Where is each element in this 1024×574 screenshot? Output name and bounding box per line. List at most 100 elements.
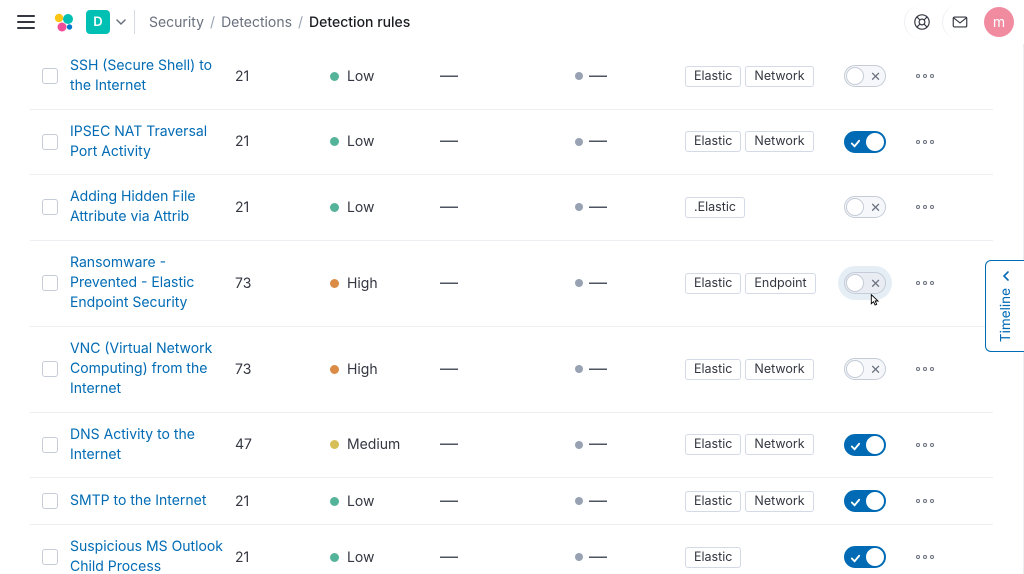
row-actions-button[interactable] [914,436,936,454]
breadcrumb-item[interactable]: Security [149,14,204,31]
table-row: Suspicious MS Outlook Child Process21Low… [30,525,993,574]
user-avatar[interactable]: m [984,7,1014,37]
last-response-cell: — [575,131,685,152]
row-actions-button[interactable] [914,198,936,216]
last-run-cell: — [440,359,575,380]
risk-score: 21 [235,68,330,85]
row-checkbox[interactable] [42,493,58,509]
rule-name-link[interactable]: SMTP to the Internet [70,492,206,509]
tag-badge[interactable]: Elastic [685,434,741,455]
check-icon [850,497,861,508]
tag-badge[interactable]: Network [745,434,813,455]
rule-name-link[interactable]: DNS Activity to the Internet [70,426,195,463]
x-icon: ✕ [870,362,881,378]
activate-toggle[interactable]: ✕ [844,272,886,294]
row-checkbox[interactable] [42,134,58,150]
rule-name-link[interactable]: Ransomware - Prevented - Elastic Endpoin… [70,254,194,312]
nav-toggle-button[interactable] [10,6,42,38]
newsfeed-button[interactable] [942,5,976,39]
elastic-logo[interactable] [48,6,80,38]
tags-cell: ElasticEndpoint [685,273,830,294]
last-run-cell: — [440,273,575,294]
row-actions-button[interactable] [914,133,936,151]
cursor-icon [865,292,883,314]
last-response-cell: — [575,197,685,218]
row-checkbox[interactable] [42,549,58,565]
timeline-flyout-toggle[interactable]: Timeline [985,260,1024,352]
breadcrumb-separator: / [210,14,215,31]
last-run-cell: — [440,131,575,152]
tag-badge[interactable]: Elastic [685,131,741,152]
chevron-left-icon [1000,270,1012,282]
tag-badge[interactable]: Elastic [685,359,741,380]
severity-cell: Low [330,68,440,85]
severity-label: High [347,275,378,292]
rule-name-link[interactable]: Adding Hidden File Attribute via Attrib [70,188,196,225]
breadcrumb-separator: / [298,14,303,31]
activate-toggle[interactable]: ✕ [844,131,886,153]
rule-name-link[interactable]: Suspicious MS Outlook Child Process [70,538,223,574]
last-run-cell: — [440,197,575,218]
check-icon [850,553,861,564]
rule-name-link[interactable]: VNC (Virtual Network Computing) from the… [70,340,212,398]
timeline-label: Timeline [998,288,1014,342]
severity-dot-icon [330,72,339,81]
table-row: DNS Activity to the Internet47Medium——El… [30,413,993,479]
row-actions-button[interactable] [914,274,936,292]
status-dot-icon [575,72,583,80]
breadcrumb-item[interactable]: Detections [221,14,292,31]
table-row: Adding Hidden File Attribute via Attrib2… [30,175,993,241]
tags-cell: .Elastic [685,197,830,218]
rule-name-link[interactable]: IPSEC NAT Traversal Port Activity [70,123,207,160]
rules-table: SSH (Secure Shell) to the Internet21Low—… [0,44,1024,574]
mail-icon [951,13,969,31]
severity-dot-icon [330,553,339,562]
chevron-down-icon [116,17,126,27]
tag-badge[interactable]: Elastic [685,547,741,568]
activate-toggle[interactable]: ✕ [844,490,886,512]
tags-cell: ElasticNetwork [685,491,830,512]
risk-score: 73 [235,361,330,378]
space-badge: D [86,10,110,34]
rule-name-link[interactable]: SSH (Secure Shell) to the Internet [70,57,212,94]
row-checkbox[interactable] [42,437,58,453]
tag-badge[interactable]: Elastic [685,66,741,87]
row-checkbox[interactable] [42,275,58,291]
severity-label: Low [347,549,375,566]
lifebuoy-icon [913,13,931,31]
severity-dot-icon [330,279,339,288]
row-actions-button[interactable] [914,360,936,378]
help-button[interactable] [904,5,938,39]
severity-cell: High [330,275,440,292]
tag-badge[interactable]: Network [745,359,813,380]
activate-toggle[interactable]: ✕ [844,546,886,568]
tag-badge[interactable]: .Elastic [685,197,745,218]
tags-cell: ElasticNetwork [685,131,830,152]
tag-badge[interactable]: Network [745,131,813,152]
activate-toggle[interactable]: ✕ [844,358,886,380]
breadcrumb: Security / Detections / Detection rules [149,14,410,31]
activate-toggle[interactable]: ✕ [844,65,886,87]
row-checkbox[interactable] [42,361,58,377]
check-icon [850,441,861,452]
severity-label: Low [347,133,375,150]
row-actions-button[interactable] [914,67,936,85]
tag-badge[interactable]: Elastic [685,273,741,294]
tag-badge[interactable]: Elastic [685,491,741,512]
activate-toggle[interactable]: ✕ [844,434,886,456]
table-row: Ransomware - Prevented - Elastic Endpoin… [30,241,993,327]
row-checkbox[interactable] [42,68,58,84]
tag-badge[interactable]: Endpoint [745,273,815,294]
risk-score: 47 [235,436,330,453]
severity-cell: Low [330,133,440,150]
row-checkbox[interactable] [42,199,58,215]
tag-badge[interactable]: Network [745,66,813,87]
activate-toggle[interactable]: ✕ [844,196,886,218]
check-icon [850,138,861,149]
tag-badge[interactable]: Network [745,491,813,512]
last-run-cell: — [440,491,575,512]
row-actions-button[interactable] [914,548,936,566]
space-selector[interactable]: D [86,10,135,34]
row-actions-button[interactable] [914,492,936,510]
last-response-cell: — [575,273,685,294]
